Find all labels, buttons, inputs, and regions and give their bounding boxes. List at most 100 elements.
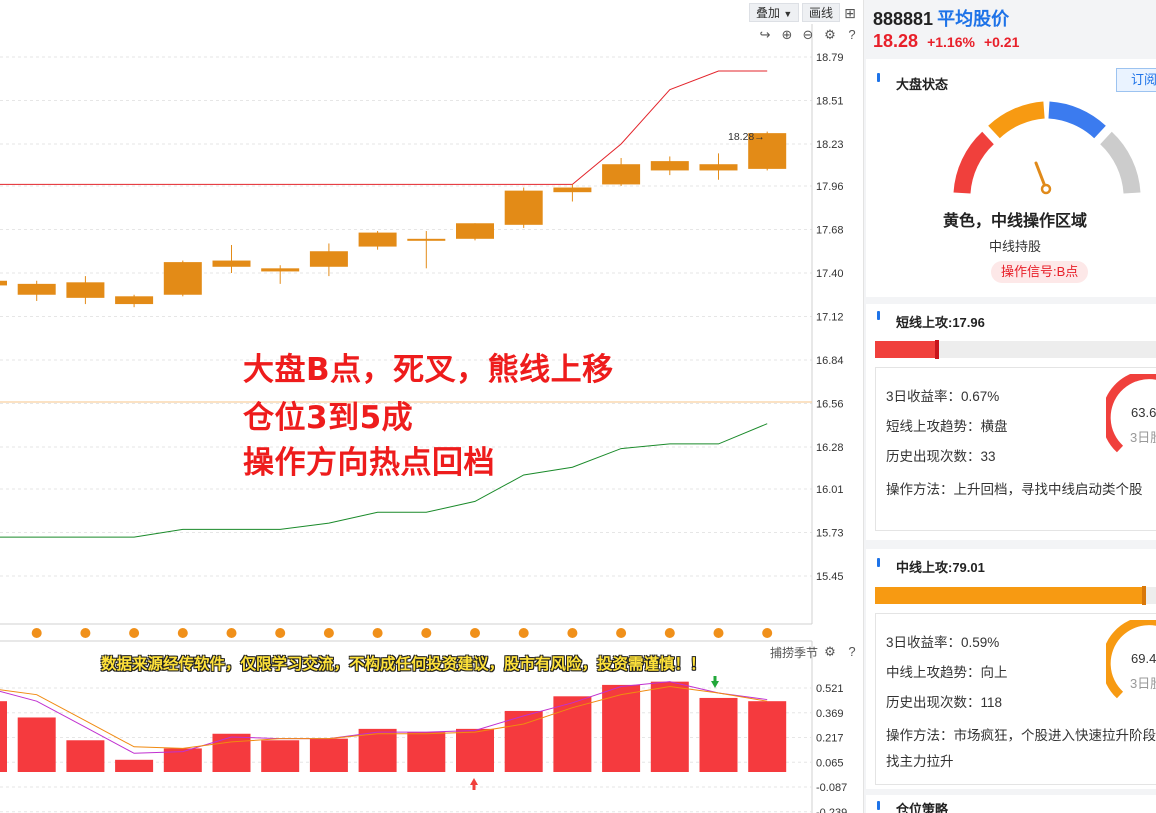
- candle-body: [504, 190, 543, 225]
- candle-body: [309, 251, 348, 267]
- right-panel: 888881 平均股价 18.28 +1.16% +0.21 大盘状态 黄色，中线…: [863, 0, 1156, 813]
- mid-method: 操作方法：市场疯狂，个股进入快速拉升阶段: [886, 728, 1156, 743]
- candle-body: [650, 161, 689, 171]
- signal-dot: [664, 628, 675, 638]
- zoom-out-icon[interactable]: ⊖: [801, 28, 815, 42]
- short-detail-box: 3日收益率：0.67% 短线上攻趋势：横盘 历史出现次数：33 操作方法：上升回…: [875, 367, 1156, 531]
- sub-tick-label: 0.369: [816, 708, 844, 720]
- buy-arrow-icon: [470, 778, 478, 790]
- price-tick-label: 18.51: [816, 96, 844, 108]
- title-marker: [877, 73, 880, 82]
- price-tick-label: 16.56: [816, 399, 844, 411]
- disclaimer-text: 数据来源经传软件，仅限学习交流，不构成任何投资建议，股市有风险，投资需谨慎！！: [101, 655, 706, 673]
- sub-bar: [407, 732, 446, 772]
- sub-settings-icon[interactable]: ⚙: [823, 645, 837, 659]
- sub-bar: [0, 701, 7, 772]
- stock-name[interactable]: 平均股价: [937, 9, 1009, 29]
- draw-line-button[interactable]: 画线: [802, 3, 841, 22]
- gauge-pivot: [1040, 183, 1052, 195]
- kline-chart[interactable]: 18.79 18.51 18.23 17.96 17.68 17.40 17.12 16.84…: [0, 0, 863, 813]
- price-tick-label: 17.40: [816, 268, 844, 280]
- signal-dot: [80, 628, 91, 638]
- signal-dot: [129, 628, 140, 638]
- mid-progress-track: [875, 586, 1156, 605]
- candle-body: [553, 187, 592, 193]
- overlay-line-2: 仓位3到5成: [243, 400, 414, 436]
- stock-change: +0.21: [983, 34, 1020, 50]
- price-tick-label: 17.12: [816, 312, 844, 324]
- overlay-dropdown[interactable]: 叠加 ▼: [749, 3, 800, 22]
- market-state-title: 大盘状态: [896, 77, 949, 92]
- zoom-in-icon[interactable]: ⊕: [780, 28, 794, 42]
- price-tick-label: 15.45: [816, 571, 844, 583]
- short-method: 操作方法：上升回档，寻找中线启动类个股: [886, 482, 1143, 497]
- short-count: 历史出现次数：33: [886, 449, 996, 464]
- signal-dot: [616, 628, 627, 638]
- candle-body: [163, 262, 202, 295]
- mid-method-cont: 找主力拉升: [886, 754, 954, 769]
- sub-bar: [456, 728, 494, 772]
- market-state-card: 大盘状态 黄色，中线操作区域 中线持股 操作信号:B点: [866, 59, 1156, 297]
- mid-progress-fill: [875, 587, 1145, 604]
- short-winrate-value: 63.6: [1131, 405, 1156, 420]
- candle-body: [407, 238, 446, 241]
- price-tick-label: 17.68: [816, 224, 844, 236]
- signal-badge: 操作信号:B点: [991, 261, 1089, 283]
- candle-body: [602, 164, 641, 185]
- price-tick-label: 16.84: [816, 355, 844, 367]
- candle-body: [66, 282, 105, 298]
- overlay-line-3: 操作方向热点回档: [243, 445, 495, 481]
- candle-body: [358, 232, 397, 247]
- candle-body: [115, 296, 154, 305]
- title-marker: [877, 558, 880, 567]
- market-advice: 中线持股: [988, 239, 1041, 254]
- short-progress-track: [875, 340, 1156, 359]
- signal-dot: [567, 628, 578, 638]
- candle-body: [456, 223, 494, 239]
- title-marker: [877, 801, 880, 810]
- subscribe-button[interactable]: 订阅: [1116, 68, 1156, 92]
- mid-attack-title: 中线上攻:79.01: [896, 560, 985, 575]
- price-tick-label: 18.23: [816, 139, 844, 151]
- price-tick-label: 18.79: [816, 52, 844, 64]
- sub-tick-label: -0.239: [816, 807, 847, 813]
- mid-progress-knob: [1142, 586, 1146, 605]
- chart-area[interactable]: 18.79 18.51 18.23 17.96 17.68 17.40 17.12 16.84…: [0, 0, 863, 813]
- price-tick-label: 16.28: [816, 442, 844, 454]
- candle-body: [699, 164, 738, 171]
- short-progress-knob: [935, 340, 939, 359]
- stock-pct: +1.16%: [927, 34, 975, 50]
- price-tick-label: 17.96: [816, 181, 844, 193]
- candle-body: [0, 280, 7, 286]
- mid-trend: 中线上攻趋势：向上: [886, 665, 1008, 680]
- overlay-label: 叠加: [756, 6, 781, 20]
- short-attack-card: 短线上攻:17.96 3日收益率：0.67% 短线上攻趋势：横盘 历史出现次数：…: [866, 304, 1156, 540]
- mid-winrate-value: 69.4: [1131, 651, 1156, 666]
- sub-tick-label: 0.521: [816, 683, 844, 695]
- sub-tick-label: 0.065: [816, 757, 844, 769]
- price-tick-label: 16.01: [816, 484, 844, 496]
- mid-count: 历史出现次数：118: [886, 695, 1003, 710]
- candle-body: [212, 260, 251, 267]
- help-icon[interactable]: ?: [845, 28, 859, 42]
- candle-body: [261, 268, 300, 272]
- short-winrate-label: 3日胜: [1130, 430, 1156, 445]
- stock-price-row: 18.28 +1.16% +0.21: [873, 31, 1019, 52]
- signal-dot: [518, 628, 529, 638]
- sub-bar: [748, 701, 787, 772]
- share-icon[interactable]: ↪: [758, 28, 772, 42]
- last-price-tag: 18.28→: [728, 131, 765, 143]
- sub-chart-title[interactable]: 捕捞季节: [770, 644, 818, 661]
- chevron-down-icon: ▼: [783, 9, 793, 19]
- short-attack-title: 短线上攻:17.96: [896, 315, 985, 330]
- sub-tick-label: 0.217: [816, 733, 844, 745]
- overlay-line-1: 大盘B点，死叉，熊线上移: [243, 352, 614, 388]
- short-return: 3日收益率：0.67%: [886, 389, 1000, 404]
- settings-icon[interactable]: ⚙: [823, 28, 837, 42]
- sub-bar: [699, 697, 738, 772]
- sell-arrow-icon: [711, 676, 719, 688]
- sub-help-icon[interactable]: ?: [845, 645, 859, 659]
- price-tick-label: 15.73: [816, 527, 844, 539]
- grid-layout-icon[interactable]: ⊞: [843, 6, 857, 20]
- gauge-segment-gray: [1099, 131, 1141, 194]
